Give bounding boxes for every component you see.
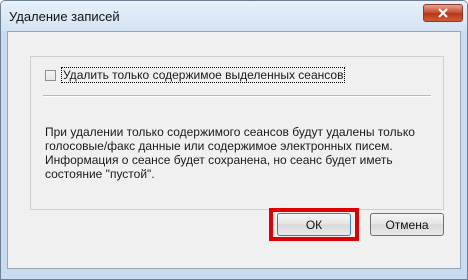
title-bar[interactable]: Удаление записей	[1, 1, 467, 31]
options-group: Удалить только содержимое выделенных сеа…	[30, 56, 444, 210]
delete-content-only-checkbox[interactable]	[45, 69, 56, 81]
delete-content-only-option[interactable]: Удалить только содержимое выделенных сеа…	[45, 67, 346, 83]
close-x-icon	[438, 8, 448, 18]
info-text: При удалении только содержимого сеансов …	[45, 125, 415, 181]
ok-button[interactable]: ОК	[277, 213, 351, 236]
delete-records-dialog: Удаление записей Удалить только содержим…	[0, 0, 468, 280]
separator	[43, 95, 431, 97]
close-button[interactable]	[423, 4, 463, 22]
cancel-button[interactable]: Отмена	[370, 213, 444, 236]
delete-content-only-label[interactable]: Удалить только содержимое выделенных сеа…	[60, 67, 346, 83]
dialog-title: Удаление записей	[9, 9, 120, 24]
